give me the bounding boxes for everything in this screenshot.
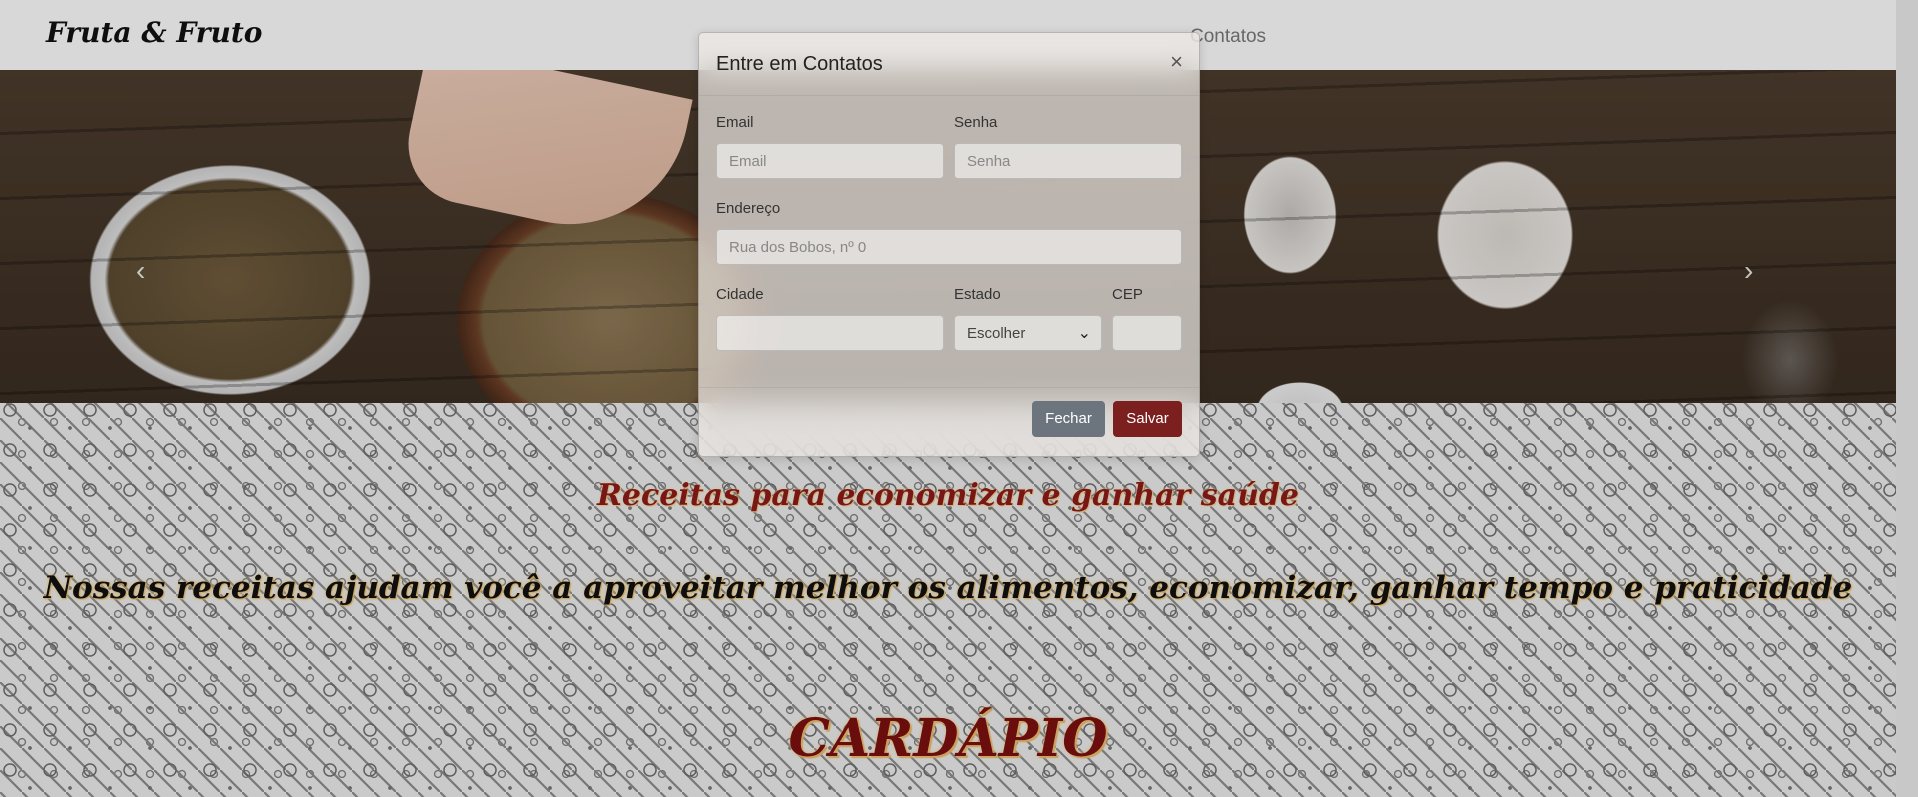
endereco-field[interactable] xyxy=(716,229,1182,265)
salvar-button[interactable]: Salvar xyxy=(1113,401,1182,437)
email-label: Email xyxy=(716,114,754,131)
modal-title: Entre em Contatos xyxy=(716,53,883,75)
cidade-field[interactable] xyxy=(716,315,944,351)
senha-label: Senha xyxy=(954,114,998,131)
cep-field[interactable] xyxy=(1112,315,1182,351)
modal-header: Entre em Contatos × xyxy=(699,33,1199,96)
modal-footer-divider xyxy=(699,387,1199,388)
contact-modal: Entre em Contatos × Email Senha Endereço… xyxy=(698,32,1200,457)
email-field[interactable] xyxy=(716,143,944,179)
cep-label: CEP xyxy=(1112,286,1143,303)
fechar-button[interactable]: Fechar xyxy=(1032,401,1105,437)
cidade-label: Cidade xyxy=(716,286,764,303)
endereco-label: Endereço xyxy=(716,200,781,217)
estado-select[interactable]: Escolher ⌄ xyxy=(954,315,1102,351)
close-icon[interactable]: × xyxy=(1170,49,1183,75)
estado-label: Estado xyxy=(954,286,1001,303)
chevron-down-icon: ⌄ xyxy=(1077,325,1091,342)
estado-selected-value: Escolher xyxy=(967,325,1026,342)
senha-field[interactable] xyxy=(954,143,1182,179)
